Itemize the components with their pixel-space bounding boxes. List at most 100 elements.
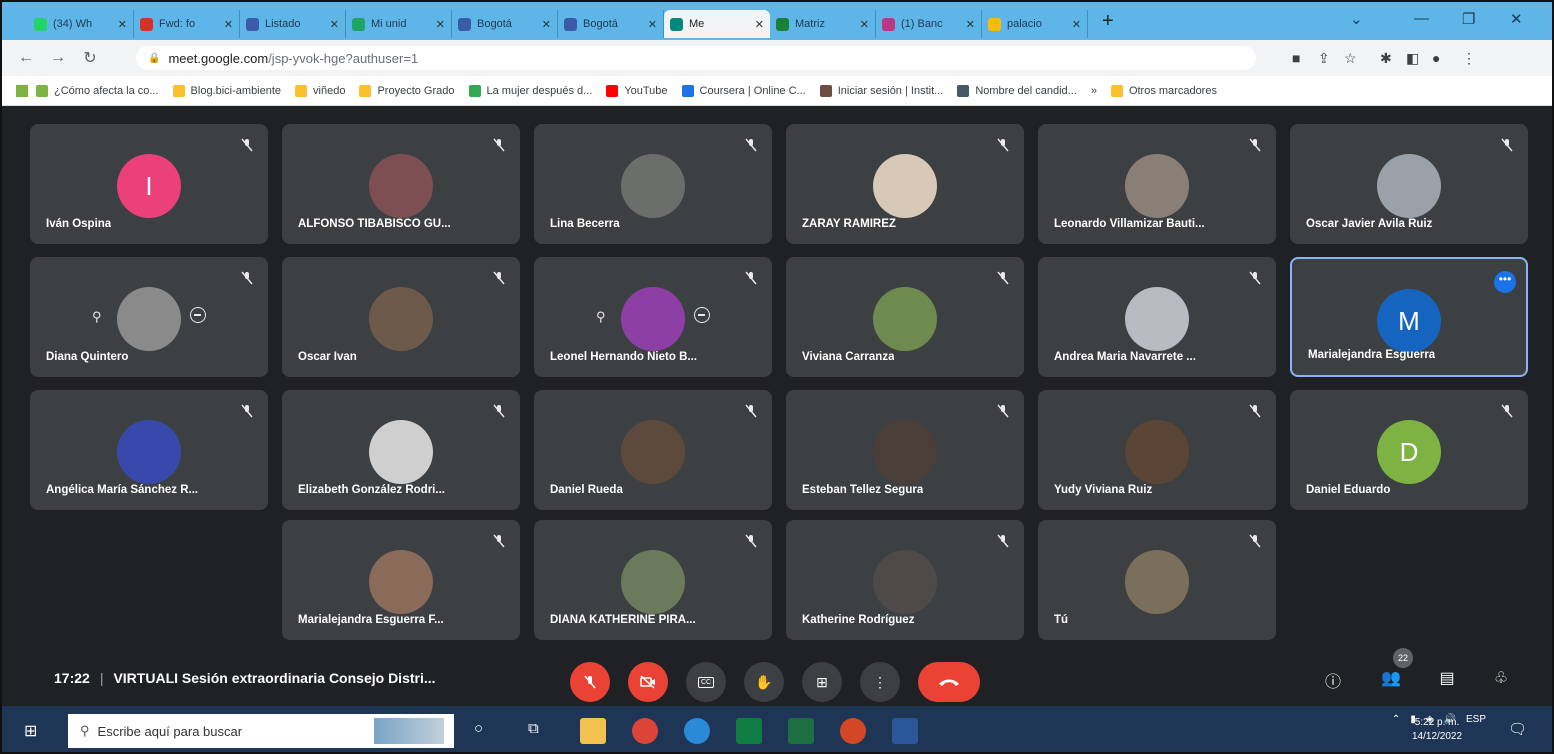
share-icon[interactable]: ⇪ (1318, 50, 1330, 67)
chat-icon[interactable]: ▤ (1436, 668, 1458, 690)
forward-icon[interactable]: → (50, 49, 66, 67)
participant-tile[interactable]: ZARAY RAMIREZ (786, 124, 1024, 244)
bookmark-item[interactable]: Nombre del candid... (957, 84, 1077, 97)
remove-icon[interactable] (190, 307, 206, 323)
language-indicator[interactable]: ESP (1466, 714, 1486, 725)
tab-search-icon[interactable]: ⌄ (1350, 10, 1363, 28)
browser-tab[interactable]: Fwd: fo ✕ (134, 10, 240, 38)
participant-tile[interactable]: I Iván Ospina (30, 124, 268, 244)
bookmark-item[interactable]: ¿Cómo afecta la co... (36, 84, 159, 97)
excel-icon[interactable] (788, 718, 814, 744)
info-icon[interactable]: ⓘ (1322, 668, 1344, 691)
profile-icon[interactable]: ● (1432, 50, 1440, 66)
browser-tab[interactable]: Listado ✕ (240, 10, 346, 38)
participant-tile[interactable]: Oscar Ivan (282, 257, 520, 377)
participant-tile[interactable]: ALFONSO TIBABISCO GU... (282, 124, 520, 244)
address-bar[interactable]: 🔒 meet.google.com/jsp-yvok-hge?authuser=… (136, 46, 1256, 70)
word-icon[interactable] (892, 718, 918, 744)
sidebar-icon[interactable]: ◧ (1406, 50, 1419, 67)
bookmark-item[interactable]: viñedo (295, 84, 345, 97)
bookmark-item[interactable]: Blog.bici-ambiente (172, 84, 281, 97)
more-options-button[interactable]: ⋮ (860, 662, 900, 702)
participant-tile[interactable]: Daniel Rueda (534, 390, 772, 510)
close-tab-icon[interactable]: ✕ (860, 18, 869, 31)
close-tab-icon[interactable]: ✕ (542, 18, 551, 31)
minimize-button[interactable]: — (1414, 10, 1429, 27)
browser-tab[interactable]: Matriz ✕ (770, 10, 876, 38)
present-button[interactable]: ⊞ (802, 662, 842, 702)
participant-tile[interactable]: Lina Becerra (534, 124, 772, 244)
cortana-icon[interactable]: ○ (474, 720, 483, 737)
bookmark-item[interactable]: Coursera | Online C... (681, 84, 806, 97)
bookmark-item[interactable]: Proyecto Grado (359, 84, 455, 97)
file-explorer-icon[interactable] (580, 718, 606, 744)
tray-chevron-icon[interactable]: ⌃ (1392, 714, 1400, 725)
taskbar-clock[interactable]: 5:22 p. m. 14/12/2022 (1412, 716, 1462, 744)
chrome-icon[interactable] (632, 718, 658, 744)
back-icon[interactable]: ← (18, 49, 34, 67)
participant-tile[interactable]: D Daniel Eduardo (1290, 390, 1528, 510)
close-tab-icon[interactable]: ✕ (1072, 18, 1081, 31)
close-tab-icon[interactable]: ✕ (330, 18, 339, 31)
star-icon[interactable]: ☆ (1344, 50, 1357, 67)
pin-icon[interactable]: ⚲ (596, 309, 606, 325)
tile-more-options-icon[interactable]: ••• (1494, 271, 1516, 293)
close-tab-icon[interactable]: ✕ (436, 18, 445, 31)
close-tab-icon[interactable]: ✕ (224, 18, 233, 31)
powerpoint-icon[interactable] (840, 718, 866, 744)
apps-icon[interactable] (16, 84, 28, 97)
browser-tab[interactable]: Bogotá ✕ (452, 10, 558, 38)
camera-icon[interactable]: ■ (1292, 50, 1300, 66)
browser-tab[interactable]: Me ✕ (664, 10, 770, 38)
participant-tile[interactable]: Yudy Viviana Ruiz (1038, 390, 1276, 510)
participant-tile[interactable]: Katherine Rodríguez (786, 520, 1024, 640)
close-window-button[interactable]: ✕ (1510, 10, 1523, 28)
browser-tab[interactable]: (34) Wh ✕ (28, 10, 134, 38)
participant-tile[interactable]: ⚲ Leonel Hernando Nieto B... (534, 257, 772, 377)
edge-icon[interactable] (684, 718, 710, 744)
new-tab-icon[interactable]: + (1102, 10, 1114, 33)
close-tab-icon[interactable]: ✕ (118, 18, 127, 31)
participant-tile[interactable]: DIANA KATHERINE PIRA... (534, 520, 772, 640)
menu-icon[interactable]: ⋮ (1462, 50, 1476, 67)
leave-call-button[interactable] (918, 662, 980, 702)
browser-tab[interactable]: Bogotá ✕ (558, 10, 664, 38)
raise-hand-button[interactable]: ✋ (744, 662, 784, 702)
close-tab-icon[interactable]: ✕ (966, 18, 975, 31)
participant-tile[interactable]: Oscar Javier Avila Ruiz (1290, 124, 1528, 244)
activities-icon[interactable]: ♧ (1490, 668, 1512, 690)
people-icon[interactable]: 👥 (1380, 668, 1402, 690)
participant-tile[interactable]: Viviana Carranza (786, 257, 1024, 377)
bookmark-item[interactable]: Iniciar sesión | Instit... (819, 84, 943, 97)
mic-off-button[interactable] (570, 662, 610, 702)
browser-tab[interactable]: palacio ✕ (982, 10, 1088, 38)
taskbar-search-box[interactable]: ⚲ Escribe aquí para buscar (68, 714, 454, 748)
extensions-icon[interactable]: ✱ (1380, 50, 1392, 67)
camera-off-button[interactable] (628, 662, 668, 702)
browser-tab[interactable]: Mi unid ✕ (346, 10, 452, 38)
participant-tile[interactable]: M ••• Marialejandra Esguerra (1290, 257, 1528, 377)
bookmark-item[interactable]: La mujer después d... (468, 84, 592, 97)
notifications-icon[interactable]: 🗨 (1508, 720, 1527, 738)
participant-tile[interactable]: Elizabeth González Rodri... (282, 390, 520, 510)
maximize-button[interactable]: ❐ (1462, 10, 1475, 28)
participant-tile[interactable]: Leonardo Villamizar Bauti... (1038, 124, 1276, 244)
remove-icon[interactable] (694, 307, 710, 323)
close-tab-icon[interactable]: ✕ (648, 18, 657, 31)
bookmark-item[interactable]: YouTube (606, 84, 668, 97)
browser-tab[interactable]: (1) Banc ✕ (876, 10, 982, 38)
windows-start-icon[interactable]: ⊞ (24, 721, 37, 741)
pin-icon[interactable]: ⚲ (92, 309, 102, 325)
participant-tile[interactable]: Angélica María Sánchez R... (30, 390, 268, 510)
captions-button[interactable]: CC (686, 662, 726, 702)
reload-icon[interactable]: ↻ (82, 48, 98, 68)
participant-tile[interactable]: ⚲ Diana Quintero (30, 257, 268, 377)
participant-tile[interactable]: Marialejandra Esguerra F... (282, 520, 520, 640)
participant-tile[interactable]: Esteban Tellez Segura (786, 390, 1024, 510)
close-tab-icon[interactable]: ✕ (755, 18, 764, 31)
participant-tile[interactable]: Andrea Maria Navarrete ... (1038, 257, 1276, 377)
bookmark-item[interactable]: » (1091, 85, 1097, 97)
participant-tile[interactable]: Tú (1038, 520, 1276, 640)
task-view-icon[interactable]: ⧉ (528, 720, 539, 737)
calculator-icon[interactable] (736, 718, 762, 744)
